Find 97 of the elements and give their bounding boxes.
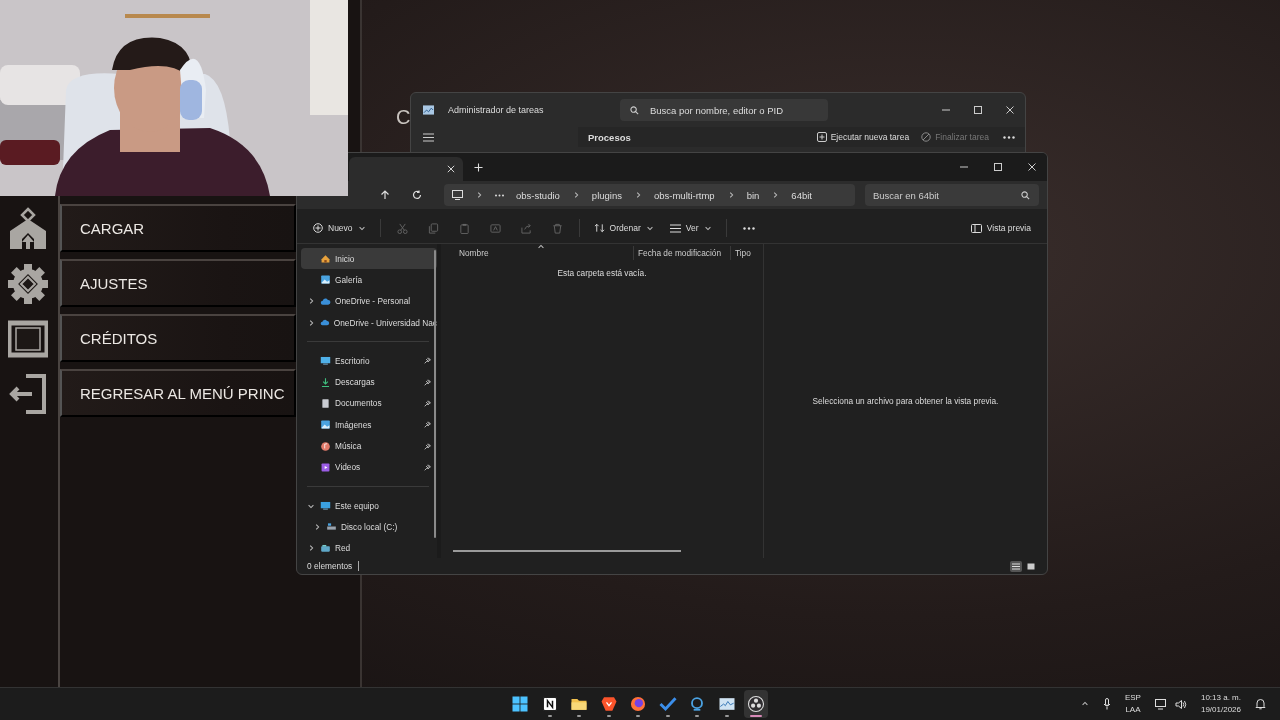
chart-window-icon <box>423 105 434 115</box>
chevron-icon <box>475 191 483 199</box>
sidebar-item[interactable]: Imágenes <box>301 414 437 436</box>
up-arrow-icon <box>380 190 390 200</box>
sidebar-item[interactable]: Videos <box>301 456 437 478</box>
browser-icon <box>628 694 648 714</box>
menu-button[interactable]: AJUSTES <box>60 259 296 307</box>
prohibited-icon <box>921 132 932 142</box>
column-header[interactable]: Tipo <box>730 246 755 260</box>
volume-icon[interactable] <box>1174 698 1187 710</box>
more-icon[interactable] <box>495 193 504 197</box>
menu-icon[interactable] <box>423 132 434 142</box>
drive-icon <box>326 521 337 533</box>
monitor-icon <box>320 500 331 512</box>
close-icon[interactable] <box>1005 105 1015 115</box>
new-button[interactable]: Nuevo <box>307 219 372 237</box>
shield-icon <box>598 694 619 714</box>
add-task-icon <box>816 132 827 142</box>
aperture-icon <box>746 694 766 714</box>
view-button[interactable]: Ver <box>663 219 718 237</box>
caret-icon <box>645 224 654 232</box>
trash-icon[interactable] <box>551 222 563 234</box>
close-icon[interactable] <box>447 165 455 173</box>
refresh-icon <box>412 190 422 200</box>
search-field[interactable]: Buscar en 64bit <box>865 184 1039 206</box>
section-title: Procesos <box>587 131 631 143</box>
more-icon[interactable] <box>1003 135 1015 139</box>
address-bar[interactable]: obs-studio plugins obs-multi-rtmp bin 64bit <box>444 184 855 206</box>
document-icon <box>320 397 331 409</box>
chevron-up-icon <box>1080 700 1089 708</box>
maximize-icon[interactable] <box>993 162 1003 172</box>
close-icon[interactable] <box>1027 162 1037 172</box>
monitor-icon <box>452 190 463 200</box>
clock[interactable]: 10:13 a. m. 19/01/2026 <box>1200 692 1241 716</box>
toolbar-button[interactable]: Ejecutar nueva tarea <box>810 132 916 142</box>
search-icon <box>630 105 639 115</box>
chevron-icon <box>771 191 780 199</box>
house-arrow-icon[interactable] <box>8 205 48 251</box>
bell-icon[interactable] <box>1255 698 1266 710</box>
search-field[interactable]: Busca por nombre, editor o PID <box>620 99 828 121</box>
panel-icon <box>970 223 982 233</box>
network-icon <box>320 542 331 554</box>
cloud-icon <box>320 295 331 307</box>
start-icon <box>510 694 530 714</box>
breadcrumb[interactable]: bin <box>746 189 760 201</box>
clipboard-icon[interactable] <box>458 222 470 234</box>
sidebar-item[interactable]: Escritorio <box>301 350 437 372</box>
window-title: Administrador de tareas <box>448 105 545 115</box>
sidebar-item[interactable]: Este equipo <box>301 494 437 517</box>
add-tab-icon[interactable] <box>474 162 483 172</box>
sort-button[interactable]: Ordenar <box>587 219 660 237</box>
language-indicator[interactable]: ESP LAA <box>1124 692 1141 716</box>
monitor-icon <box>320 355 331 367</box>
maximize-icon[interactable] <box>973 105 983 115</box>
sidebar-item[interactable]: Disco local (C:) <box>301 516 437 538</box>
video-icon <box>320 461 331 473</box>
sidebar-item[interactable]: Red <box>301 537 437 558</box>
sidebar-item[interactable]: OneDrive - Personal <box>301 290 437 312</box>
sidebar-item[interactable]: Descargas <box>301 371 437 393</box>
scrollbar[interactable] <box>453 550 681 552</box>
breadcrumb[interactable]: obs-studio <box>516 189 560 201</box>
taskbar-app[interactable] <box>744 690 768 718</box>
search-icon <box>1021 190 1030 200</box>
checkmark-icon <box>657 694 678 714</box>
sidebar-item[interactable]: Música <box>301 435 437 457</box>
details-view-button[interactable] <box>1010 560 1022 572</box>
image-icon <box>320 419 331 431</box>
empty-message: Esta carpeta está vacía. <box>556 268 648 278</box>
plus-circle-icon <box>313 223 323 233</box>
sidebar-item[interactable]: Galería <box>301 269 437 291</box>
network-icon[interactable] <box>1154 698 1167 710</box>
sidebar-item[interactable]: Documentos <box>301 392 437 415</box>
title-text: C <box>396 106 411 128</box>
house-icon <box>320 253 331 265</box>
more-icon[interactable] <box>742 226 755 230</box>
column-header[interactable]: Nombre <box>441 246 633 260</box>
download-icon <box>320 376 331 388</box>
scrollbar[interactable] <box>434 250 436 538</box>
breadcrumb[interactable]: 64bit <box>791 189 812 201</box>
menu-button[interactable]: CARGAR <box>60 204 296 252</box>
menu-button[interactable]: REGRESAR AL MENÚ PRINC <box>60 369 296 417</box>
status-text: 0 elementos <box>307 561 353 571</box>
menu-button[interactable]: CRÉDITOS <box>60 314 296 362</box>
preview-message: Selecciona un archivo para obtener la vista previa. <box>812 396 999 406</box>
microphone-icon[interactable] <box>1102 698 1111 710</box>
sort-caret-icon <box>537 243 545 251</box>
breadcrumb[interactable]: plugins <box>591 189 622 201</box>
caret-icon <box>357 224 366 232</box>
music-icon <box>320 440 331 452</box>
breadcrumb[interactable]: obs-multi-rtmp <box>653 189 715 201</box>
caret-icon <box>703 224 712 232</box>
sidebar-item[interactable]: Inicio <box>301 248 437 270</box>
sort-icon <box>593 223 605 233</box>
column-header[interactable]: Fecha de modificación <box>633 246 730 260</box>
list-icon <box>669 223 681 233</box>
preview-button[interactable]: Vista previa <box>964 219 1037 237</box>
image-icon <box>320 274 331 286</box>
